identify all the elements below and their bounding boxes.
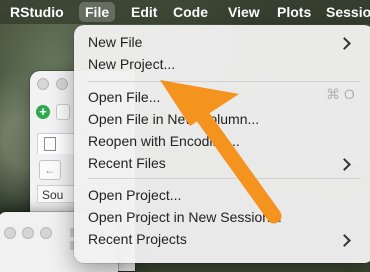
menu-edit[interactable]: Edit xyxy=(131,2,157,22)
new-file-dropdown[interactable] xyxy=(56,104,70,120)
file-icon xyxy=(44,137,56,151)
menu-item-label: Recent Files xyxy=(88,155,166,171)
menu-item-reopen-with-encoding[interactable]: Reopen with Encoding... xyxy=(88,130,240,152)
menu-item-label: Open Project in New Session... xyxy=(88,209,282,225)
secondary-zoom-button[interactable] xyxy=(40,227,52,239)
menu-item-open-project[interactable]: Open Project... xyxy=(88,184,181,206)
window-close-button[interactable] xyxy=(37,78,49,90)
macos-menubar: RStudio File Edit Code View Plots Sessio… xyxy=(0,0,370,24)
menu-code[interactable]: Code xyxy=(173,2,208,22)
menu-separator xyxy=(88,178,361,179)
menu-item-new-project[interactable]: New Project... xyxy=(88,53,175,75)
menu-item-recent-files[interactable]: Recent Files xyxy=(88,152,166,174)
menu-item-label: Reopen with Encoding... xyxy=(88,133,240,149)
menu-item-label: Open Project... xyxy=(88,187,182,203)
window-minimize-button[interactable] xyxy=(56,78,68,90)
menu-plots[interactable]: Plots xyxy=(277,2,311,22)
menu-item-label: New File xyxy=(88,34,143,50)
plus-icon[interactable]: + xyxy=(36,105,50,119)
menu-item-open-file-new-column[interactable]: Open File in New Column... xyxy=(88,108,259,130)
menu-file[interactable]: File xyxy=(79,2,116,22)
secondary-close-button[interactable] xyxy=(4,227,16,239)
menu-item-label: Open File... xyxy=(88,89,161,105)
menu-rstudio[interactable]: RStudio xyxy=(10,2,64,22)
menu-item-new-file[interactable]: New File xyxy=(88,31,142,53)
menu-item-open-file[interactable]: Open File... xyxy=(88,86,160,108)
back-arrow-icon[interactable]: ← xyxy=(39,160,61,180)
menu-session[interactable]: Session xyxy=(326,2,370,22)
menu-item-label: Open File in New Column... xyxy=(88,111,260,127)
open-file-shortcut: ⌘ O xyxy=(326,86,355,102)
menu-item-recent-projects[interactable]: Recent Projects xyxy=(88,228,187,250)
menu-view[interactable]: View xyxy=(228,2,260,22)
menu-separator xyxy=(88,81,361,82)
menu-item-label: Recent Projects xyxy=(88,231,187,247)
menu-item-label: New Project... xyxy=(88,56,176,72)
menu-item-open-project-new-session[interactable]: Open Project in New Session... xyxy=(88,206,282,228)
secondary-minimize-button[interactable] xyxy=(22,227,34,239)
